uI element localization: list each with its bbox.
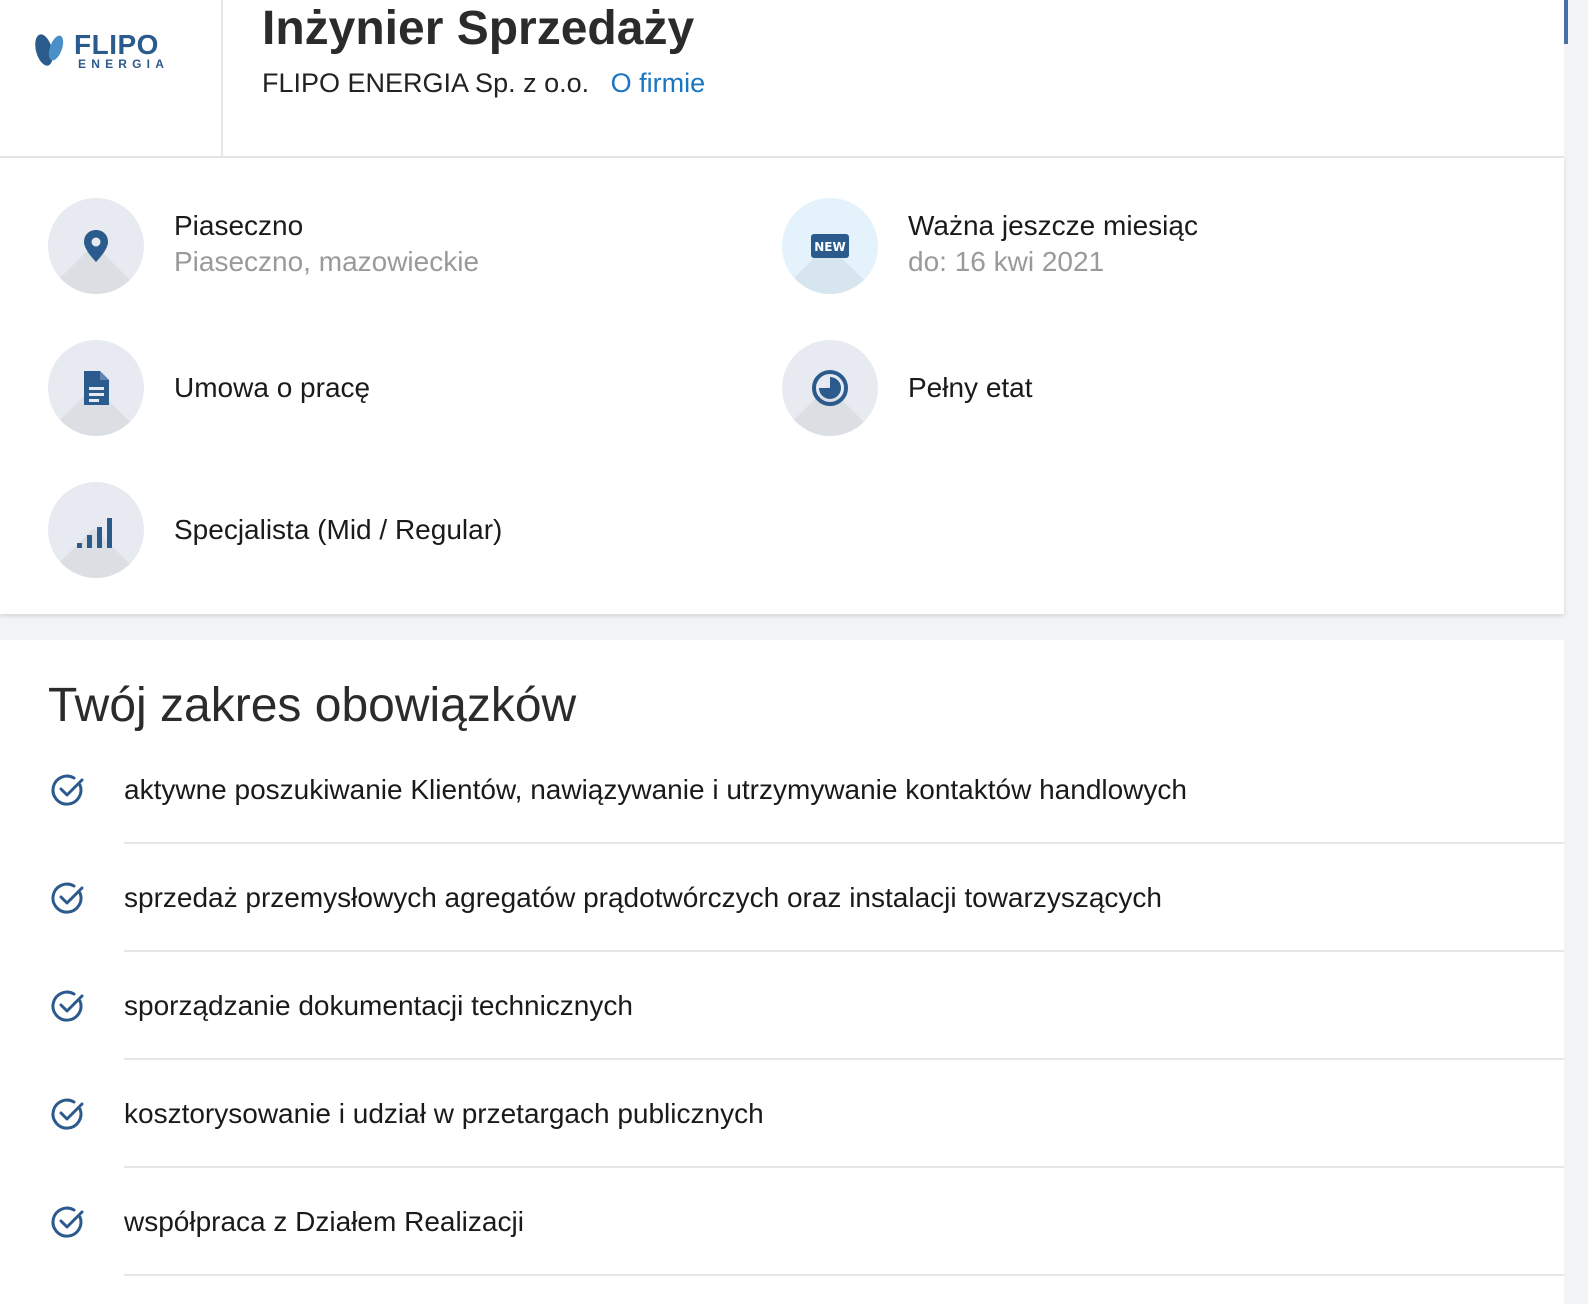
company-logo: FLIPO ENERGIA [30,30,195,74]
company-logo-box[interactable]: FLIPO ENERGIA [0,0,223,156]
scrollbar-edge[interactable] [1564,0,1568,44]
list-item: sporządzanie dokumentacji technicznych [0,952,1564,1060]
job-offer-page: FLIPO ENERGIA Inżynier Sprzedaży FLIPO E… [0,0,1568,1304]
clock-icon [812,370,848,406]
detail-validity: NEW Ważna jeszcze miesiąc do: 16 kwi 202… [782,198,1482,294]
list-item-text: kosztorysowanie i udział w przetargach p… [124,1098,764,1129]
list-item: aktywne poszukiwanie Klientów, nawiązywa… [0,736,1564,844]
list-item-text: sprzedaż przemysłowych agregatów prądotw… [124,882,1162,913]
detail-level: Specjalista (Mid / Regular) [48,482,728,578]
detail-location: Piaseczno Piaseczno, mazowieckie [48,198,728,294]
validity-text: Ważna jeszcze miesiąc do: 16 kwi 2021 [908,208,1198,280]
worktime-text: Pełny etat [908,370,1033,406]
signal-bars-icon [77,518,112,548]
offer-details-card: Piaseczno Piaseczno, mazowieckie NEW Waż… [0,158,1564,614]
check-circle-icon [51,882,84,914]
responsibilities-list: aktywne poszukiwanie Klientów, nawiązywa… [0,736,1564,1276]
detail-worktime: Pełny etat [782,340,1482,436]
list-item: sprzedaż przemysłowych agregatów prądotw… [0,844,1564,952]
responsibilities-section: Twój zakres obowiązków aktywne poszukiwa… [0,640,1564,1304]
check-circle-icon [51,990,84,1022]
level-text: Specjalista (Mid / Regular) [174,512,502,548]
worktime-icon-circle [782,340,878,436]
level-icon-circle [48,482,144,578]
level-value: Specjalista (Mid / Regular) [174,514,503,545]
divider [124,1274,1564,1276]
list-item: współpraca z Działem Realizacji [0,1168,1564,1276]
location-region: Piaseczno, mazowieckie [174,246,480,277]
document-icon [84,371,109,405]
location-pin-icon [84,230,108,262]
offer-header: FLIPO ENERGIA Inżynier Sprzedaży FLIPO E… [0,0,1564,158]
about-company-link[interactable]: O firmie [611,68,706,98]
logo-subtitle: ENERGIA [78,57,170,71]
validity-icon-circle: NEW [782,198,878,294]
location-text: Piaseczno Piaseczno, mazowieckie [174,208,479,280]
contract-icon-circle [48,340,144,436]
responsibilities-title: Twój zakres obowiązków [48,679,577,732]
list-item: kosztorysowanie i udział w przetargach p… [0,1060,1564,1168]
detail-contract: Umowa o pracę [48,340,728,436]
check-circle-icon [51,1098,84,1130]
location-city: Piaseczno [174,210,304,241]
list-item-text: aktywne poszukiwanie Klientów, nawiązywa… [124,774,1187,805]
job-title: Inżynier Sprzedaży [262,2,695,55]
worktime-type: Pełny etat [908,372,1033,403]
logo-name: FLIPO [74,29,159,60]
company-line: FLIPO ENERGIA Sp. z o.o. O firmie [262,66,705,100]
company-name: FLIPO ENERGIA Sp. z o.o. [262,68,590,98]
contract-type: Umowa o pracę [174,372,371,403]
new-badge-icon: NEW [811,234,849,258]
check-circle-icon [51,1206,84,1238]
list-item-text: sporządzanie dokumentacji technicznych [124,990,633,1021]
check-circle-icon [51,774,84,806]
contract-text: Umowa o pracę [174,370,370,406]
validity-date: do: 16 kwi 2021 [908,246,1105,277]
validity-main: Ważna jeszcze miesiąc [908,210,1198,241]
new-badge-text: NEW [814,240,845,254]
leaf-logo-icon [35,34,64,66]
list-item-text: współpraca z Działem Realizacji [124,1206,524,1237]
location-icon-circle [48,198,144,294]
